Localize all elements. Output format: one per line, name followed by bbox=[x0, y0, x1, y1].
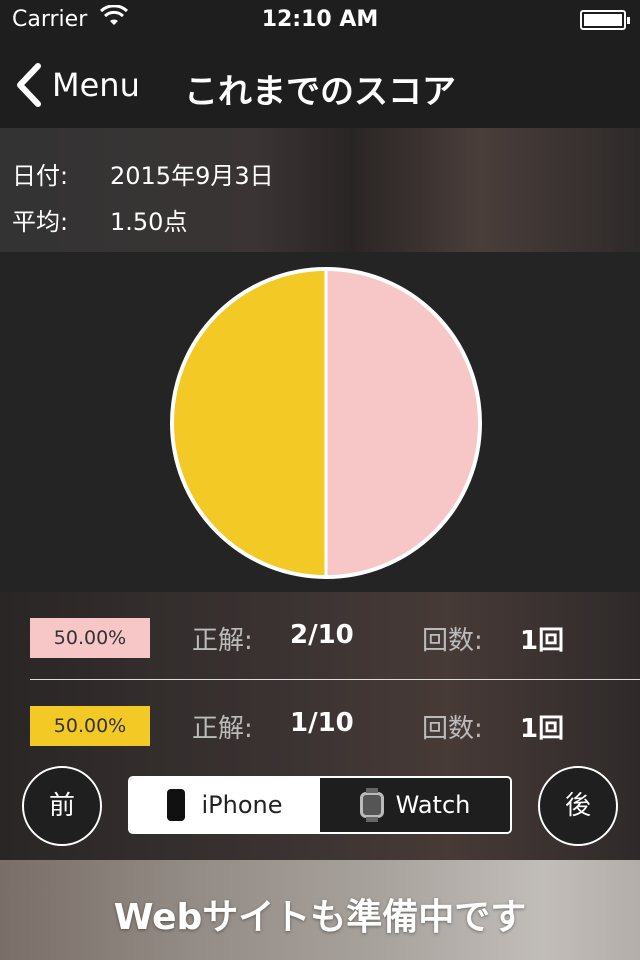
pie-slice-2 bbox=[170, 267, 328, 579]
date-value: 2015年9月3日 bbox=[110, 162, 274, 190]
segment-watch[interactable]: Watch bbox=[320, 778, 510, 832]
banner-text: Webサイトも準備中です bbox=[113, 897, 527, 938]
back-label: Menu bbox=[52, 66, 140, 104]
date-row: 日付: 2015年9月3日 bbox=[12, 156, 274, 191]
stat-row: 50.00% 正解: 2/10 回数: 1回 bbox=[0, 606, 640, 666]
count-value: 1回 bbox=[520, 714, 565, 744]
correct-label: 正解: bbox=[192, 626, 253, 656]
status-time: 12:10 AM bbox=[261, 7, 379, 32]
stat-row: 50.00% 正解: 1/10 回数: 1回 bbox=[0, 694, 640, 754]
segment-label: iPhone bbox=[201, 791, 283, 819]
previous-button[interactable]: 前 bbox=[22, 766, 102, 846]
device-segmented-control: iPhone Watch bbox=[128, 776, 512, 834]
status-bar: Carrier 12:10 AM bbox=[0, 0, 640, 40]
percent-badge: 50.00% bbox=[30, 706, 150, 746]
score-info: 日付: 2015年9月3日 平均: 1.50点 bbox=[0, 128, 640, 252]
correct-label: 正解: bbox=[192, 714, 253, 744]
correct-value: 2/10 bbox=[290, 620, 354, 650]
stats-panel: 50.00% 正解: 2/10 回数: 1回 50.00% 正解: 1/10 回… bbox=[0, 592, 640, 860]
back-button[interactable]: Menu bbox=[12, 60, 140, 110]
count-label: 回数: bbox=[422, 714, 483, 744]
divider bbox=[30, 679, 640, 680]
chevron-left-icon bbox=[17, 63, 41, 107]
website-banner[interactable]: Webサイトも準備中です bbox=[0, 860, 640, 960]
count-value: 1回 bbox=[520, 626, 565, 656]
average-value: 1.50点 bbox=[110, 208, 188, 236]
pie-chart-area bbox=[0, 252, 640, 592]
segment-iphone[interactable]: iPhone bbox=[130, 778, 320, 832]
pie-chart bbox=[170, 267, 482, 579]
battery-icon bbox=[580, 10, 630, 30]
date-label: 日付: bbox=[12, 162, 69, 190]
navigation-bar: Menu これまでのスコア bbox=[0, 40, 640, 128]
next-button[interactable]: 後 bbox=[538, 766, 618, 846]
pie-slice-1 bbox=[324, 267, 482, 579]
watch-icon bbox=[359, 788, 384, 822]
page-title: これまでのスコア bbox=[184, 72, 456, 112]
average-row: 平均: 1.50点 bbox=[12, 202, 187, 237]
average-label: 平均: bbox=[12, 208, 69, 236]
iphone-icon bbox=[167, 789, 186, 821]
segment-label: Watch bbox=[395, 791, 471, 819]
percent-badge: 50.00% bbox=[30, 618, 150, 658]
correct-value: 1/10 bbox=[290, 708, 354, 738]
count-label: 回数: bbox=[422, 626, 483, 656]
